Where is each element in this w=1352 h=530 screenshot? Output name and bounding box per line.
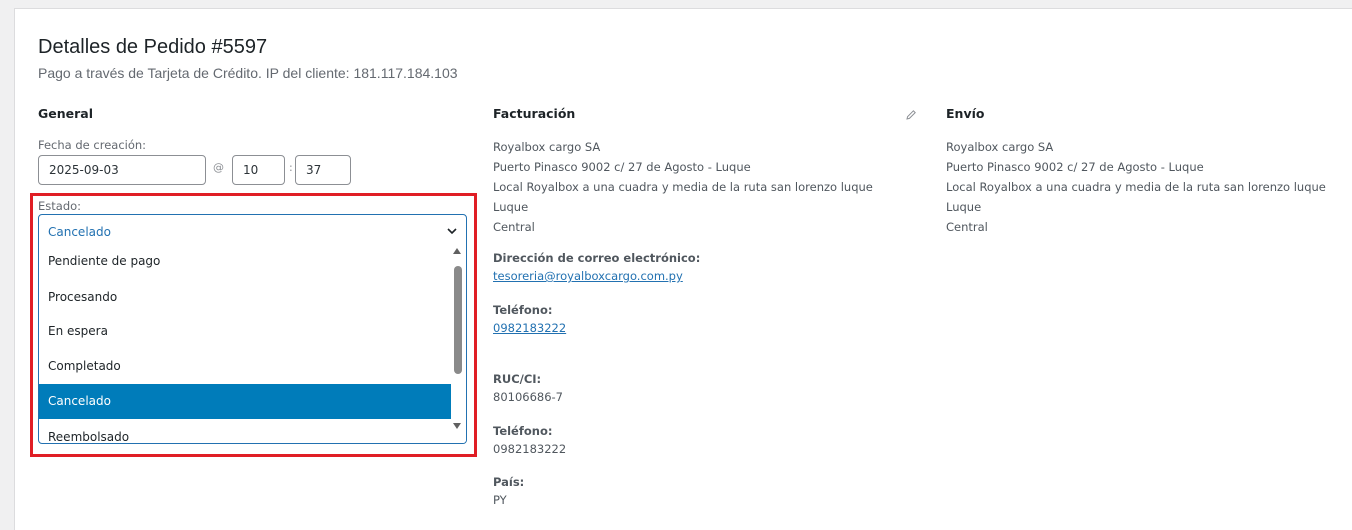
shipping-address-line: Luque — [946, 200, 982, 214]
colon-separator: : — [289, 161, 293, 174]
billing-address-line: Luque — [493, 200, 529, 214]
billing-address-line: Royalbox cargo SA — [493, 140, 601, 154]
date-created-label: Fecha de creación: — [38, 138, 147, 152]
shipping-address: Royalbox cargo SA Puerto Pinasco 9002 c/… — [946, 137, 1326, 237]
shipping-heading: Envío — [946, 106, 985, 121]
billing-country-label: País: — [493, 475, 525, 489]
hour-input[interactable]: 10 — [232, 155, 285, 185]
shipping-address-line: Royalbox cargo SA — [946, 140, 1054, 154]
billing-phone-link[interactable]: 0982183222 — [493, 321, 566, 335]
billing-address: Royalbox cargo SA Puerto Pinasco 9002 c/… — [493, 137, 873, 237]
top-cutoff-strip — [0, 0, 1352, 8]
at-separator: @ — [213, 161, 224, 174]
billing-email-link[interactable]: tesoreria@royalboxcargo.com.py — [493, 269, 683, 283]
page-title: Detalles de Pedido #5597 — [38, 36, 268, 58]
billing-email-label: Dirección de correo electrónico: — [493, 251, 701, 265]
shipping-address-line: Puerto Pinasco 9002 c/ 27 de Agosto - Lu… — [946, 160, 1204, 174]
billing-phone-label: Teléfono: — [493, 303, 553, 317]
minute-input[interactable]: 37 — [295, 155, 351, 185]
billing-address-line: Local Royalbox a una cuadra y media de l… — [493, 180, 873, 194]
billing-phone2-value: 0982183222 — [493, 442, 567, 456]
pencil-icon[interactable] — [905, 109, 917, 121]
shipping-address-line: Local Royalbox a una cuadra y media de l… — [946, 180, 1326, 194]
highlight-box — [30, 193, 477, 457]
order-subtitle: Pago a través de Tarjeta de Crédito. IP … — [38, 65, 458, 81]
billing-phone2-label: Teléfono: — [493, 424, 553, 438]
billing-address-line: Central — [493, 220, 535, 234]
date-created-input[interactable]: 2025-09-03 — [38, 155, 206, 185]
general-heading: General — [38, 106, 93, 121]
shipping-address-line: Central — [946, 220, 988, 234]
billing-country-value: PY — [493, 493, 507, 507]
billing-heading: Facturación — [493, 106, 576, 121]
billing-ruc-label: RUC/CI: — [493, 372, 542, 386]
billing-address-line: Puerto Pinasco 9002 c/ 27 de Agosto - Lu… — [493, 160, 751, 174]
billing-ruc-value: 80106686-7 — [493, 390, 563, 404]
